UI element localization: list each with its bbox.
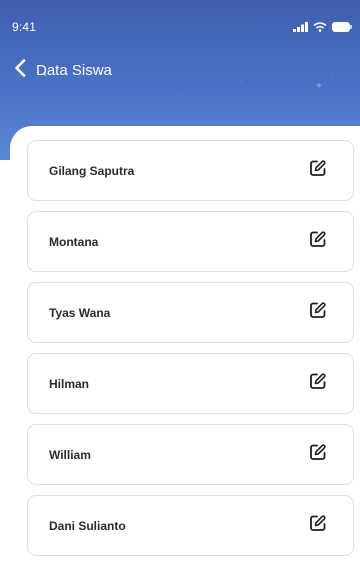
chevron-left-icon [14,58,26,82]
edit-icon [309,443,327,466]
student-name: Hilman [49,376,90,391]
wifi-icon [313,19,327,37]
sparkle-decoration: + [316,81,322,92]
edit-button[interactable] [307,373,329,395]
nav-bar: Data Siswa [10,58,112,82]
edit-button[interactable] [307,302,329,324]
signal-icon [293,19,308,37]
student-name: Gilang Saputra [49,163,135,178]
sparkle-decoration: · [180,90,183,97]
student-card[interactable]: Dani Sulianto [27,495,354,556]
edit-icon [309,159,327,182]
status-time: 9:41 [12,20,37,34]
student-card[interactable]: Montana [27,211,354,272]
student-name: Montana [49,234,99,249]
back-button[interactable] [10,58,30,82]
student-card[interactable]: Tyas Wana [27,282,354,343]
page-title: Data Siswa [36,61,112,79]
battery-icon [332,19,352,37]
student-name: Tyas Wana [49,305,111,320]
student-card[interactable]: William [27,424,354,485]
edit-button[interactable] [307,515,329,537]
student-card[interactable]: Gilang Saputra [27,140,354,201]
sparkle-decoration: · [28,104,31,111]
edit-button[interactable] [307,160,329,182]
edit-button[interactable] [307,231,329,253]
status-icons [293,19,352,37]
status-bar: 9:41 [0,0,360,44]
edit-icon [309,514,327,537]
sparkle-decoration: · [240,78,243,85]
edit-icon [309,301,327,324]
student-name: William [49,447,91,462]
student-list: Gilang Saputra Montana Tyas Wana Hilman … [27,140,354,556]
sparkle-decoration: · [330,70,333,77]
student-name: Dani Sulianto [49,518,126,533]
edit-icon [309,372,327,395]
edit-icon [309,230,327,253]
student-card[interactable]: Hilman [27,353,354,414]
edit-button[interactable] [307,444,329,466]
